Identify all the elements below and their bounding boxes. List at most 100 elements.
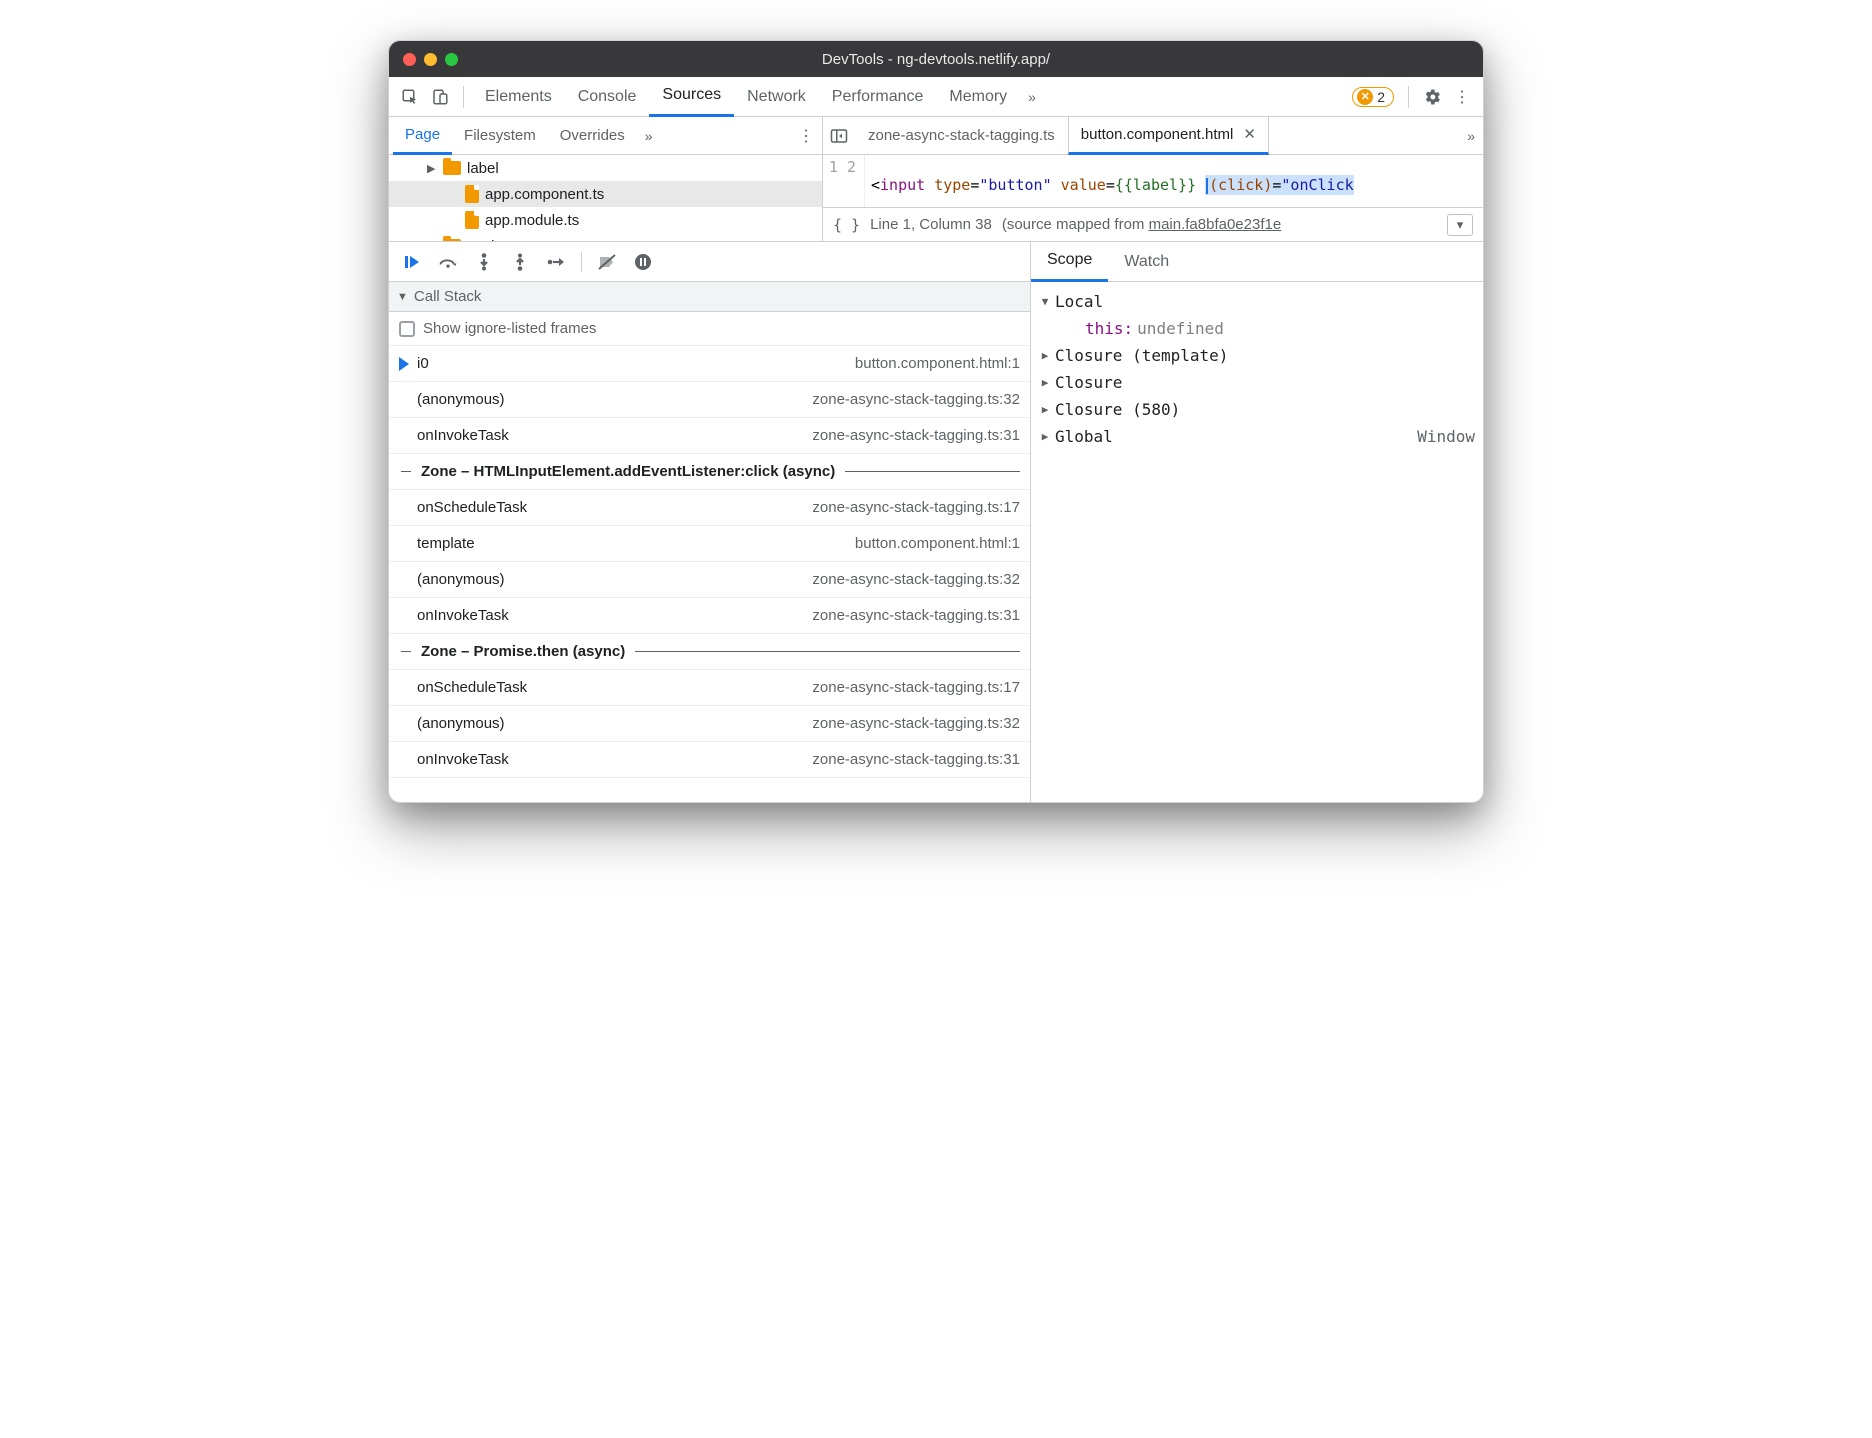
expand-icon[interactable]: ▶ bbox=[1039, 349, 1051, 362]
scope-tabs: ScopeWatch bbox=[1031, 242, 1483, 282]
more-tabs-icon[interactable]: » bbox=[1020, 89, 1044, 105]
stack-frame[interactable]: onInvokeTaskzone-async-stack-tagging.ts:… bbox=[389, 598, 1030, 634]
pause-exceptions-icon[interactable] bbox=[632, 251, 654, 273]
ignore-list-label: Show ignore-listed frames bbox=[423, 320, 596, 337]
scope-row[interactable]: ▼Local bbox=[1039, 288, 1475, 315]
stack-frame[interactable]: (anonymous) zone-async-stack-tagging.ts:3… bbox=[389, 562, 1030, 598]
stack-frame[interactable]: onInvokeTaskzone-async-stack-tagging.ts:… bbox=[389, 742, 1030, 778]
checkbox[interactable] bbox=[399, 321, 415, 337]
resume-icon[interactable] bbox=[401, 251, 423, 273]
source-map-link[interactable]: main.fa8bfa0e23f1e bbox=[1149, 216, 1282, 233]
scope-row: this: undefined bbox=[1039, 315, 1475, 342]
scope-row[interactable]: ▶Closure (template) bbox=[1039, 342, 1475, 369]
debug-toolbar bbox=[389, 242, 1030, 282]
tab-network[interactable]: Network bbox=[734, 77, 819, 117]
editor-tab[interactable]: button.component.html✕ bbox=[1068, 117, 1269, 155]
nav-tab-filesystem[interactable]: Filesystem bbox=[452, 117, 548, 155]
file-item[interactable]: app.module.ts bbox=[389, 207, 822, 233]
folder-item[interactable]: ▶ label bbox=[389, 155, 822, 181]
expand-icon[interactable]: ▶ bbox=[1039, 430, 1051, 443]
scope-row[interactable]: ▶ Closure bbox=[1039, 369, 1475, 396]
pretty-print-icon[interactable]: { } bbox=[833, 216, 860, 234]
async-boundary: Zone – HTMLInputElement.addEventListener… bbox=[389, 454, 1030, 490]
frame-location: button.component.html:1 bbox=[855, 535, 1020, 552]
frame-location: button.component.html:1 bbox=[855, 355, 1020, 372]
deactivate-breakpoints-icon[interactable] bbox=[596, 251, 618, 273]
editor-tab[interactable]: zone-async-stack-tagging.ts bbox=[855, 117, 1068, 155]
close-window-icon[interactable] bbox=[403, 53, 416, 66]
status-dropdown-icon[interactable]: ▾ bbox=[1447, 214, 1473, 236]
step-into-icon[interactable] bbox=[473, 251, 495, 273]
navigator-kebab-icon[interactable]: ⋮ bbox=[794, 126, 818, 146]
callstack-title: Call Stack bbox=[414, 288, 482, 305]
step-icon[interactable] bbox=[545, 251, 567, 273]
traffic-lights bbox=[403, 53, 458, 66]
nav-tab-overrides[interactable]: Overrides bbox=[548, 117, 637, 155]
gutter: 1 2 bbox=[823, 155, 865, 207]
scope-value: undefined bbox=[1137, 319, 1224, 338]
frame-name: (anonymous) bbox=[417, 571, 505, 588]
stack-frame[interactable]: (anonymous)zone-async-stack-tagging.ts:3… bbox=[389, 382, 1030, 418]
stack-frame[interactable]: onScheduleTaskzone-async-stack-tagging.t… bbox=[389, 670, 1030, 706]
stack-frame[interactable]: i0 button.component.html:1 bbox=[389, 346, 1030, 382]
expand-icon[interactable]: ▶ bbox=[427, 162, 437, 175]
tab-memory[interactable]: Memory bbox=[936, 77, 1020, 117]
scope-row[interactable]: ▶GlobalWindow bbox=[1039, 423, 1475, 450]
tab-performance[interactable]: Performance bbox=[819, 77, 937, 117]
stack-frame[interactable]: (anonymous)zone-async-stack-tagging.ts:3… bbox=[389, 706, 1030, 742]
tab-sources[interactable]: Sources bbox=[649, 77, 734, 117]
frame-name: i0 bbox=[417, 355, 429, 372]
frame-location: zone-async-stack-tagging.ts:32 bbox=[812, 571, 1020, 588]
async-label: Zone – HTMLInputElement.addEventListener… bbox=[421, 463, 835, 480]
navigator-more-icon[interactable]: » bbox=[637, 128, 661, 144]
separator bbox=[463, 86, 464, 108]
editor-more-icon[interactable]: » bbox=[1459, 128, 1483, 144]
toggle-navigator-icon[interactable] bbox=[823, 120, 855, 152]
tab-console[interactable]: Console bbox=[565, 77, 650, 117]
scope-row[interactable]: ▶Closure (580) bbox=[1039, 396, 1475, 423]
debug-right-pane: ScopeWatch ▼Localthis: undefined▶Closure… bbox=[1031, 242, 1483, 802]
warnings-badge[interactable]: ✕ 2 bbox=[1352, 87, 1394, 107]
close-tab-icon[interactable]: ✕ bbox=[1243, 125, 1256, 143]
frame-name: onInvokeTask bbox=[417, 607, 509, 624]
scope-tab-scope[interactable]: Scope bbox=[1031, 242, 1108, 282]
ignore-list-row[interactable]: Show ignore-listed frames bbox=[389, 312, 1030, 346]
scope-tab-watch[interactable]: Watch bbox=[1108, 242, 1185, 282]
frame-name: onScheduleTask bbox=[417, 499, 527, 516]
cursor-position: Line 1, Column 38 bbox=[870, 216, 992, 233]
editor-tabs: zone-async-stack-tagging.tsbutton.compon… bbox=[823, 117, 1483, 155]
main-toolbar: ElementsConsoleSourcesNetworkPerformance… bbox=[389, 77, 1483, 117]
stack-frame[interactable]: template button.component.html:1 bbox=[389, 526, 1030, 562]
frame-location: zone-async-stack-tagging.ts:31 bbox=[812, 427, 1020, 444]
file-icon bbox=[465, 185, 479, 203]
step-over-icon[interactable] bbox=[437, 251, 459, 273]
minimize-window-icon[interactable] bbox=[424, 53, 437, 66]
expand-icon[interactable]: ▶ bbox=[427, 240, 437, 242]
frame-location: zone-async-stack-tagging.ts:17 bbox=[812, 499, 1020, 516]
settings-icon[interactable] bbox=[1417, 82, 1447, 112]
kebab-menu-icon[interactable]: ⋮ bbox=[1447, 82, 1477, 112]
callstack-list: i0 button.component.html:1 (anonymous) zone… bbox=[389, 346, 1030, 802]
tab-elements[interactable]: Elements bbox=[472, 77, 565, 117]
expand-icon[interactable]: ▶ bbox=[1039, 403, 1051, 416]
stack-frame[interactable]: onInvokeTask zone-async-stack-tagging.ts:… bbox=[389, 418, 1030, 454]
tree-label: label bbox=[467, 160, 499, 177]
frame-location: zone-async-stack-tagging.ts:17 bbox=[812, 679, 1020, 696]
stack-frame[interactable]: onScheduleTask zone-async-stack-tagging.t… bbox=[389, 490, 1030, 526]
step-out-icon[interactable] bbox=[509, 251, 531, 273]
expand-icon[interactable]: ▼ bbox=[1039, 295, 1051, 308]
device-toggle-icon[interactable] bbox=[425, 82, 455, 112]
code-editor[interactable]: 1 2 <input type="button" value={{label}}… bbox=[823, 155, 1483, 207]
frame-name: template bbox=[417, 535, 475, 552]
folder-icon bbox=[443, 239, 461, 241]
maximize-window-icon[interactable] bbox=[445, 53, 458, 66]
nav-tab-page[interactable]: Page bbox=[393, 117, 452, 155]
expand-icon[interactable]: ▶ bbox=[1039, 376, 1051, 389]
inspect-icon[interactable] bbox=[395, 82, 425, 112]
frame-name: onInvokeTask bbox=[417, 427, 509, 444]
scope-label: Closure bbox=[1055, 373, 1122, 392]
separator bbox=[1408, 86, 1409, 108]
file-item[interactable]: app.component.ts bbox=[389, 181, 822, 207]
folder-item[interactable]: ▶environments bbox=[389, 233, 822, 241]
callstack-header[interactable]: ▼ Call Stack bbox=[389, 282, 1030, 312]
